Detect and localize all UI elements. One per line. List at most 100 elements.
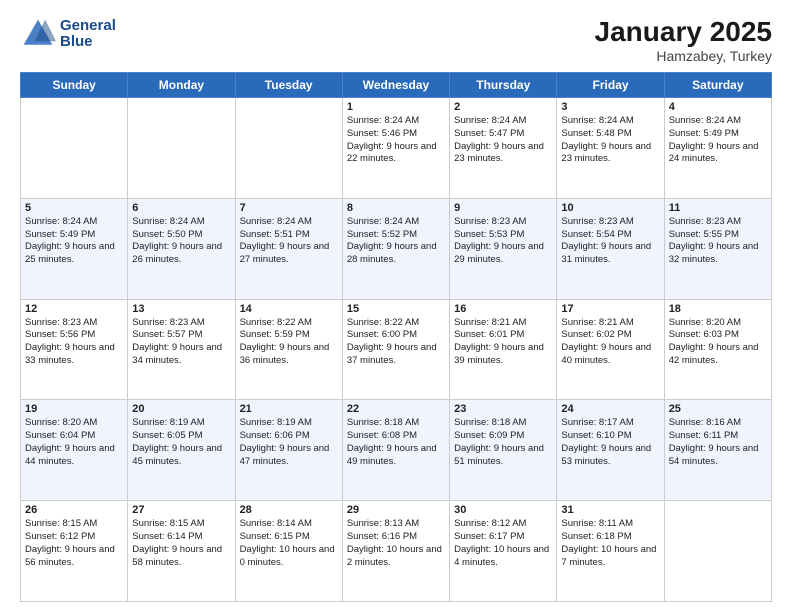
day-number: 14 (240, 303, 338, 315)
day-number: 5 (25, 202, 123, 214)
day-number: 20 (132, 403, 230, 415)
day-number: 24 (561, 403, 659, 415)
calendar-cell: 14 Sunrise: 8:22 AMSunset: 5:59 PMDayligh… (235, 299, 342, 400)
day-number: 7 (240, 202, 338, 214)
day-number: 18 (669, 303, 767, 315)
day-number: 3 (561, 101, 659, 113)
day-info: Sunrise: 8:23 AMSunset: 5:55 PMDaylight:… (669, 216, 767, 267)
calendar-cell: 3 Sunrise: 8:24 AMSunset: 5:48 PMDaylight… (557, 98, 664, 199)
day-info: Sunrise: 8:22 AMSunset: 6:00 PMDaylight:… (347, 317, 445, 368)
day-number: 4 (669, 101, 767, 113)
day-info: Sunrise: 8:24 AMSunset: 5:48 PMDaylight:… (561, 115, 659, 166)
calendar-cell: 9 Sunrise: 8:23 AMSunset: 5:53 PMDaylight… (450, 198, 557, 299)
day-info: Sunrise: 8:23 AMSunset: 5:54 PMDaylight:… (561, 216, 659, 267)
calendar-cell: 10 Sunrise: 8:23 AMSunset: 5:54 PMDayligh… (557, 198, 664, 299)
calendar-cell (128, 98, 235, 199)
header: General Blue January 2025 Hamzabey, Turk… (20, 16, 772, 64)
calendar-cell: 29 Sunrise: 8:13 AMSunset: 6:16 PMDayligh… (342, 501, 449, 602)
calendar-cell: 25 Sunrise: 8:16 AMSunset: 6:11 PMDayligh… (664, 400, 771, 501)
day-info: Sunrise: 8:11 AMSunset: 6:18 PMDaylight:… (561, 518, 659, 569)
day-number: 6 (132, 202, 230, 214)
day-number: 26 (25, 504, 123, 516)
day-info: Sunrise: 8:18 AMSunset: 6:09 PMDaylight:… (454, 417, 552, 468)
day-number: 9 (454, 202, 552, 214)
calendar-cell: 26 Sunrise: 8:15 AMSunset: 6:12 PMDayligh… (21, 501, 128, 602)
calendar-cell: 16 Sunrise: 8:21 AMSunset: 6:01 PMDayligh… (450, 299, 557, 400)
day-info: Sunrise: 8:15 AMSunset: 6:14 PMDaylight:… (132, 518, 230, 569)
day-info: Sunrise: 8:15 AMSunset: 6:12 PMDaylight:… (25, 518, 123, 569)
day-number: 22 (347, 403, 445, 415)
day-info: Sunrise: 8:19 AMSunset: 6:05 PMDaylight:… (132, 417, 230, 468)
calendar-cell: 20 Sunrise: 8:19 AMSunset: 6:05 PMDayligh… (128, 400, 235, 501)
calendar-cell: 1 Sunrise: 8:24 AMSunset: 5:46 PMDaylight… (342, 98, 449, 199)
day-info: Sunrise: 8:19 AMSunset: 6:06 PMDaylight:… (240, 417, 338, 468)
calendar-cell: 5 Sunrise: 8:24 AMSunset: 5:49 PMDaylight… (21, 198, 128, 299)
day-number: 29 (347, 504, 445, 516)
day-info: Sunrise: 8:20 AMSunset: 6:03 PMDaylight:… (669, 317, 767, 368)
calendar-cell: 7 Sunrise: 8:24 AMSunset: 5:51 PMDaylight… (235, 198, 342, 299)
calendar-cell: 6 Sunrise: 8:24 AMSunset: 5:50 PMDaylight… (128, 198, 235, 299)
day-number: 23 (454, 403, 552, 415)
calendar-cell: 4Sunrise: 8:24 AMSunset: 5:49 PMDaylight… (664, 98, 771, 199)
day-info: Sunrise: 8:23 AMSunset: 5:57 PMDaylight:… (132, 317, 230, 368)
day-number: 13 (132, 303, 230, 315)
day-number: 16 (454, 303, 552, 315)
day-number: 21 (240, 403, 338, 415)
day-number: 17 (561, 303, 659, 315)
day-info: Sunrise: 8:24 AMSunset: 5:50 PMDaylight:… (132, 216, 230, 267)
day-info: Sunrise: 8:23 AMSunset: 5:53 PMDaylight:… (454, 216, 552, 267)
logo-icon (20, 16, 56, 52)
day-number: 11 (669, 202, 767, 214)
day-number: 28 (240, 504, 338, 516)
calendar-cell: 24 Sunrise: 8:17 AMSunset: 6:10 PMDayligh… (557, 400, 664, 501)
calendar-cell: 15 Sunrise: 8:22 AMSunset: 6:00 PMDayligh… (342, 299, 449, 400)
day-number: 12 (25, 303, 123, 315)
day-info: Sunrise: 8:21 AMSunset: 6:01 PMDaylight:… (454, 317, 552, 368)
month-title: January 2025 (595, 16, 772, 48)
day-number: 30 (454, 504, 552, 516)
calendar-cell (664, 501, 771, 602)
calendar-table: SundayMondayTuesdayWednesdayThursdayFrid… (20, 72, 772, 602)
day-info: Sunrise: 8:13 AMSunset: 6:16 PMDaylight:… (347, 518, 445, 569)
calendar-cell: 30Sunrise: 8:12 AMSunset: 6:17 PMDayligh… (450, 501, 557, 602)
calendar-cell (21, 98, 128, 199)
weekday-header-wednesday: Wednesday (342, 73, 449, 98)
day-info: Sunrise: 8:23 AMSunset: 5:56 PMDaylight:… (25, 317, 123, 368)
day-number: 25 (669, 403, 767, 415)
weekday-header-thursday: Thursday (450, 73, 557, 98)
location-title: Hamzabey, Turkey (595, 48, 772, 64)
day-info: Sunrise: 8:14 AMSunset: 6:15 PMDaylight:… (240, 518, 338, 569)
day-info: Sunrise: 8:22 AMSunset: 5:59 PMDaylight:… (240, 317, 338, 368)
calendar-cell: 21 Sunrise: 8:19 AMSunset: 6:06 PMDayligh… (235, 400, 342, 501)
calendar-cell: 27Sunrise: 8:15 AMSunset: 6:14 PMDayligh… (128, 501, 235, 602)
day-number: 2 (454, 101, 552, 113)
day-number: 31 (561, 504, 659, 516)
day-info: Sunrise: 8:17 AMSunset: 6:10 PMDaylight:… (561, 417, 659, 468)
day-number: 19 (25, 403, 123, 415)
calendar-cell: 8 Sunrise: 8:24 AMSunset: 5:52 PMDaylight… (342, 198, 449, 299)
calendar-cell: 22Sunrise: 8:18 AMSunset: 6:08 PMDayligh… (342, 400, 449, 501)
day-info: Sunrise: 8:21 AMSunset: 6:02 PMDaylight:… (561, 317, 659, 368)
day-number: 10 (561, 202, 659, 214)
day-number: 15 (347, 303, 445, 315)
weekday-header-saturday: Saturday (664, 73, 771, 98)
calendar-cell: 19 Sunrise: 8:20 AMSunset: 6:04 PMDayligh… (21, 400, 128, 501)
calendar-cell: 12 Sunrise: 8:23 AMSunset: 5:56 PMDayligh… (21, 299, 128, 400)
calendar-cell: 18 Sunrise: 8:20 AMSunset: 6:03 PMDayligh… (664, 299, 771, 400)
calendar-cell: 23 Sunrise: 8:18 AMSunset: 6:09 PMDayligh… (450, 400, 557, 501)
calendar-cell (235, 98, 342, 199)
logo: General Blue (20, 16, 116, 52)
calendar-cell: 28 Sunrise: 8:14 AMSunset: 6:15 PMDayligh… (235, 501, 342, 602)
day-info: Sunrise: 8:24 AMSunset: 5:49 PMDaylight:… (25, 216, 123, 267)
day-number: 1 (347, 101, 445, 113)
day-info: Sunrise: 8:16 AMSunset: 6:11 PMDaylight:… (669, 417, 767, 468)
day-info: Sunrise: 8:24 AMSunset: 5:47 PMDaylight:… (454, 115, 552, 166)
day-info: Sunrise: 8:24 AMSunset: 5:51 PMDaylight:… (240, 216, 338, 267)
day-info: Sunrise: 8:24 AMSunset: 5:52 PMDaylight:… (347, 216, 445, 267)
title-block: January 2025 Hamzabey, Turkey (595, 16, 772, 64)
day-number: 8 (347, 202, 445, 214)
calendar-cell: 13 Sunrise: 8:23 AMSunset: 5:57 PMDayligh… (128, 299, 235, 400)
calendar-cell: 31 Sunrise: 8:11 AMSunset: 6:18 PMDayligh… (557, 501, 664, 602)
day-info: Sunrise: 8:24 AMSunset: 5:46 PMDaylight:… (347, 115, 445, 166)
day-info: Sunrise: 8:20 AMSunset: 6:04 PMDaylight:… (25, 417, 123, 468)
